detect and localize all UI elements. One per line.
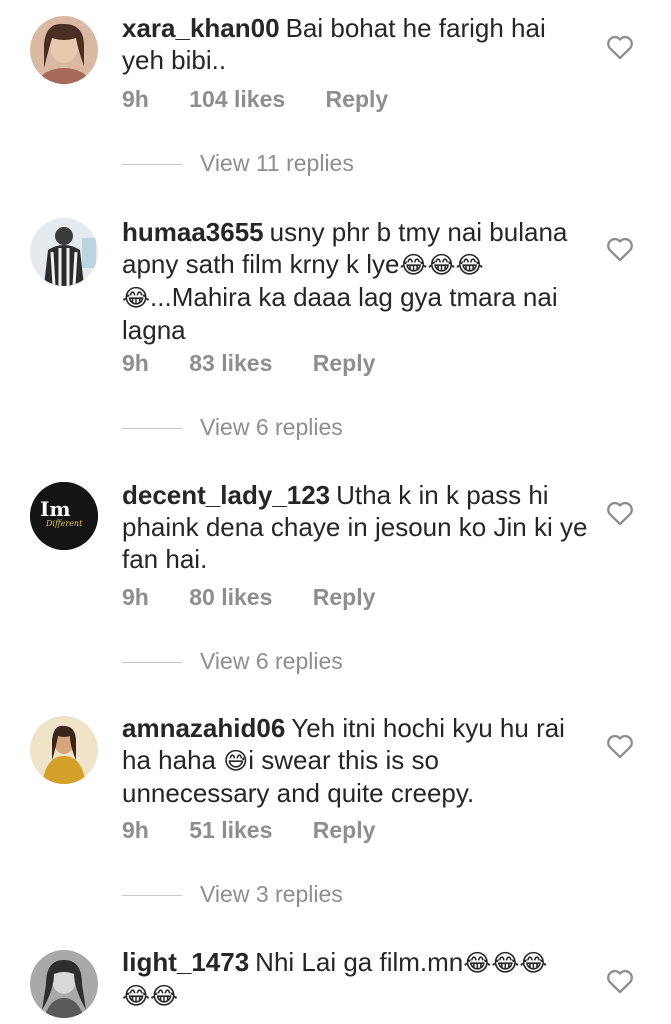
reply-button[interactable]: Reply [313, 817, 376, 843]
comment-username[interactable]: decent_lady_123 [122, 480, 330, 510]
view-replies-label: View 6 replies [200, 648, 343, 674]
comment-meta: 9h 104 likes Reply [122, 86, 422, 113]
divider-line [122, 428, 182, 430]
laughing-emoji: 😂😂😂 [463, 949, 548, 977]
heart-icon[interactable] [606, 733, 634, 759]
view-replies-button[interactable]: View 6 replies [122, 648, 343, 675]
comment-meta: 9h 51 likes Reply [122, 817, 409, 844]
laughing-emoji: 😂 [122, 284, 151, 312]
avatar[interactable] [30, 16, 98, 84]
comment-text: humaa3655 usny phr b tmy nai bulana apny … [122, 216, 592, 346]
comment-likes[interactable]: 80 likes [189, 584, 272, 610]
comment-username[interactable]: light_1473 [122, 947, 249, 977]
comment-text: amnazahid06 Yeh itni hochi kyu hu rai ha … [122, 712, 592, 809]
heart-icon[interactable] [606, 968, 634, 994]
avatar-image: Im Different [30, 482, 98, 550]
comment-time: 9h [122, 817, 149, 843]
heart-icon[interactable] [606, 236, 634, 262]
sweat-smile-emoji: 😅 [223, 747, 249, 775]
view-replies-button[interactable]: View 11 replies [122, 150, 354, 177]
comment-body-continued: ...Mahira ka daaa lag gya tmara nai lagn… [122, 282, 558, 345]
avatar-image [30, 716, 98, 784]
avatar-image [30, 16, 98, 84]
comment-text: light_1473 Nhi Lai ga film.mn😂😂😂 😂😂 [122, 946, 592, 1012]
reply-button[interactable]: Reply [313, 350, 376, 376]
laughing-emoji: 😂😂😂 [399, 251, 484, 279]
comment-likes[interactable]: 83 likes [189, 350, 272, 376]
view-replies-label: View 3 replies [200, 881, 343, 907]
avatar[interactable] [30, 218, 98, 286]
heart-icon[interactable] [606, 34, 634, 60]
view-replies-button[interactable]: View 6 replies [122, 414, 343, 441]
avatar[interactable] [30, 716, 98, 784]
comment-username[interactable]: humaa3655 [122, 217, 264, 247]
view-replies-label: View 11 replies [200, 150, 354, 176]
laughing-emoji: 😂😂 [122, 982, 179, 1010]
avatar-logo-subtext: Different [45, 519, 83, 528]
comment-likes[interactable]: 51 likes [189, 817, 272, 843]
divider-line [122, 662, 182, 664]
comment-text: xara_khan00 Bai bohat he farigh hai yeh b… [122, 12, 592, 76]
avatar[interactable] [30, 950, 98, 1018]
view-replies-button[interactable]: View 3 replies [122, 881, 343, 908]
comment-username[interactable]: amnazahid06 [122, 713, 285, 743]
comment-time: 9h [122, 350, 149, 376]
comment-meta: 9h 83 likes Reply [122, 350, 409, 377]
avatar[interactable]: Im Different [30, 482, 98, 550]
avatar-logo-text: Im [40, 497, 71, 521]
reply-button[interactable]: Reply [313, 584, 376, 610]
heart-icon[interactable] [606, 500, 634, 526]
divider-line [122, 164, 182, 166]
reply-button[interactable]: Reply [326, 86, 389, 112]
comment-text: decent_lady_123 Utha k in k pass hi phain… [122, 479, 592, 575]
comment-time: 9h [122, 86, 149, 112]
comment-body: Nhi Lai ga film.mn [255, 947, 464, 977]
divider-line [122, 895, 182, 897]
avatar-image [30, 950, 98, 1018]
comment-username[interactable]: xara_khan00 [122, 13, 280, 43]
comment-time: 9h [122, 584, 149, 610]
view-replies-label: View 6 replies [200, 414, 343, 440]
comment-likes[interactable]: 104 likes [189, 86, 285, 112]
comment-meta: 9h 80 likes Reply [122, 584, 409, 611]
avatar-image [30, 218, 98, 286]
